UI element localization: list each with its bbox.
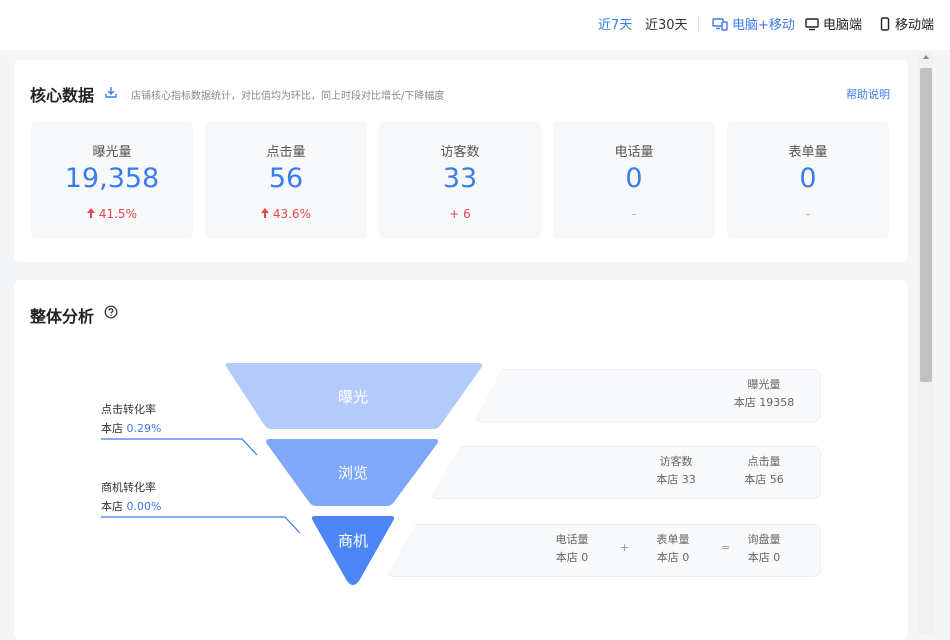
arrow-up-icon — [261, 208, 270, 218]
lead-conversion-prefix: 本店 — [101, 500, 123, 513]
metric-label: 访客数 — [440, 145, 480, 160]
help-link[interactable]: 帮助说明 — [846, 86, 890, 102]
info-item: 曝光量 本店 19358 — [733, 378, 795, 409]
device-desktop-mobile[interactable]: 电脑+移动 — [712, 14, 795, 33]
lead-conversion: 商机转化率 本店 0.00% — [101, 478, 161, 516]
metric-change: + 6 — [449, 207, 471, 221]
metric-value: 33 — [442, 163, 478, 194]
metric-label: 表单量 — [788, 145, 828, 160]
funnel-label-browse: 浏览 — [337, 464, 368, 482]
info-item: 点击量 本店 56 — [744, 455, 784, 486]
core-data-title: 核心数据 — [30, 86, 95, 105]
device-mobile[interactable]: 移动端 — [879, 14, 934, 33]
click-conversion: 点击转化率 本店 0.29% — [101, 400, 161, 438]
funnel-label-exposure: 曝光 — [337, 388, 368, 406]
range-7-days[interactable]: 近7天 — [598, 14, 632, 33]
core-data-description: 店铺核心指标数据统计，对比值均为环比，同上时段对比增长/下降幅度 — [131, 91, 445, 102]
device-label: 电脑端 — [823, 18, 863, 33]
metric-calls[interactable]: 电话量 0 - — [553, 121, 715, 239]
exposure-info-row: 曝光量 本店 19358 — [474, 369, 821, 422]
metric-forms[interactable]: 表单量 0 - — [727, 121, 889, 239]
metric-value: 56 — [268, 163, 304, 194]
device-desktop[interactable]: 电脑端 — [805, 14, 862, 33]
desktop-icon — [805, 17, 819, 30]
conversion-line-1 — [101, 438, 258, 456]
metric-value: 0 — [799, 163, 817, 194]
metric-visitors[interactable]: 访客数 33 + 6 — [379, 121, 541, 239]
top-bar: 近7天 近30天 电脑+移动 电脑端 移动端 — [0, 0, 950, 50]
arrow-up-icon — [87, 208, 96, 218]
metric-label: 点击量 — [266, 145, 306, 160]
desktop-mobile-icon — [712, 17, 728, 31]
metric-change: 43.6% — [205, 207, 367, 221]
download-icon[interactable] — [104, 85, 118, 99]
metric-change: - — [631, 207, 637, 221]
metric-label: 电话量 — [614, 145, 654, 160]
core-data-card: 核心数据 店铺核心指标数据统计，对比值均为环比，同上时段对比增长/下降幅度 帮助… — [14, 60, 908, 262]
click-conversion-value: 0.29% — [126, 422, 162, 435]
divider — [698, 16, 699, 32]
overall-analysis-card: 整体分析 曝光 浏览 商机 点击转化率 本店 0.29% 商机转化率 本店 0.… — [14, 280, 908, 640]
metric-change: - — [805, 207, 811, 221]
device-label: 移动端 — [895, 18, 935, 33]
plus-operator: + — [620, 541, 630, 554]
metric-label: 曝光量 — [92, 145, 132, 160]
lead-conversion-label: 商机转化率 — [101, 481, 156, 494]
scrollbar-thumb[interactable] — [920, 68, 932, 382]
mobile-icon — [880, 16, 890, 31]
lead-info-row: 电话量 本店 0 + 表单量 本店 0 = 询盘量 本店 0 — [386, 524, 821, 577]
info-item: 表单量 本店 0 — [656, 533, 690, 564]
browse-info-row: 访客数 本店 33 点击量 本店 56 — [430, 446, 821, 499]
click-conversion-prefix: 本店 — [101, 422, 123, 435]
scroll-up-arrow-icon[interactable] — [923, 55, 929, 59]
range-30-days[interactable]: 近30天 — [645, 14, 688, 33]
device-label: 电脑+移动 — [732, 18, 795, 33]
info-item: 询盘量 本店 0 — [747, 533, 781, 564]
info-item: 电话量 本店 0 — [555, 533, 589, 564]
click-conversion-label: 点击转化率 — [101, 403, 156, 416]
metric-clicks[interactable]: 点击量 56 43.6% — [205, 121, 367, 239]
metric-exposure[interactable]: 曝光量 19,358 41.5% — [31, 121, 193, 239]
info-item: 访客数 本店 33 — [656, 455, 696, 486]
conversion-line-2 — [101, 516, 301, 534]
metric-value: 0 — [625, 163, 643, 194]
metric-value: 19,358 — [64, 163, 160, 194]
funnel-label-lead: 商机 — [337, 532, 368, 550]
metric-change: 41.5% — [31, 207, 193, 221]
lead-conversion-value: 0.00% — [126, 500, 162, 513]
